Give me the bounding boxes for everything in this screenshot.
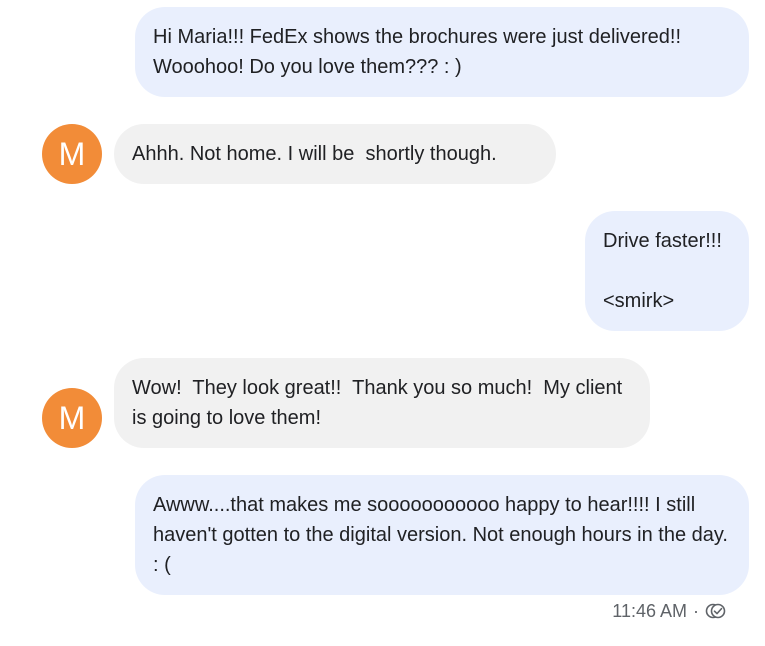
contact-avatar[interactable]: M xyxy=(42,388,102,448)
sent-message-bubble[interactable]: Awww....that makes me sooooooooooo happy… xyxy=(135,475,749,595)
received-message-bubble[interactable]: Ahhh. Not home. I will be shortly though… xyxy=(114,124,556,184)
sent-message-bubble[interactable]: Drive faster!!! <smirk> xyxy=(585,211,749,331)
separator-dot: · xyxy=(693,601,699,621)
message-status-row: 11:46 AM · xyxy=(612,599,727,623)
received-message-bubble[interactable]: Wow! They look great!! Thank you so much… xyxy=(114,358,650,448)
contact-avatar[interactable]: M xyxy=(42,124,102,184)
read-receipt-icon xyxy=(705,602,727,620)
sent-message-bubble[interactable]: Hi Maria!!! FedEx shows the brochures we… xyxy=(135,7,749,97)
message-timestamp: 11:46 AM xyxy=(612,601,687,621)
